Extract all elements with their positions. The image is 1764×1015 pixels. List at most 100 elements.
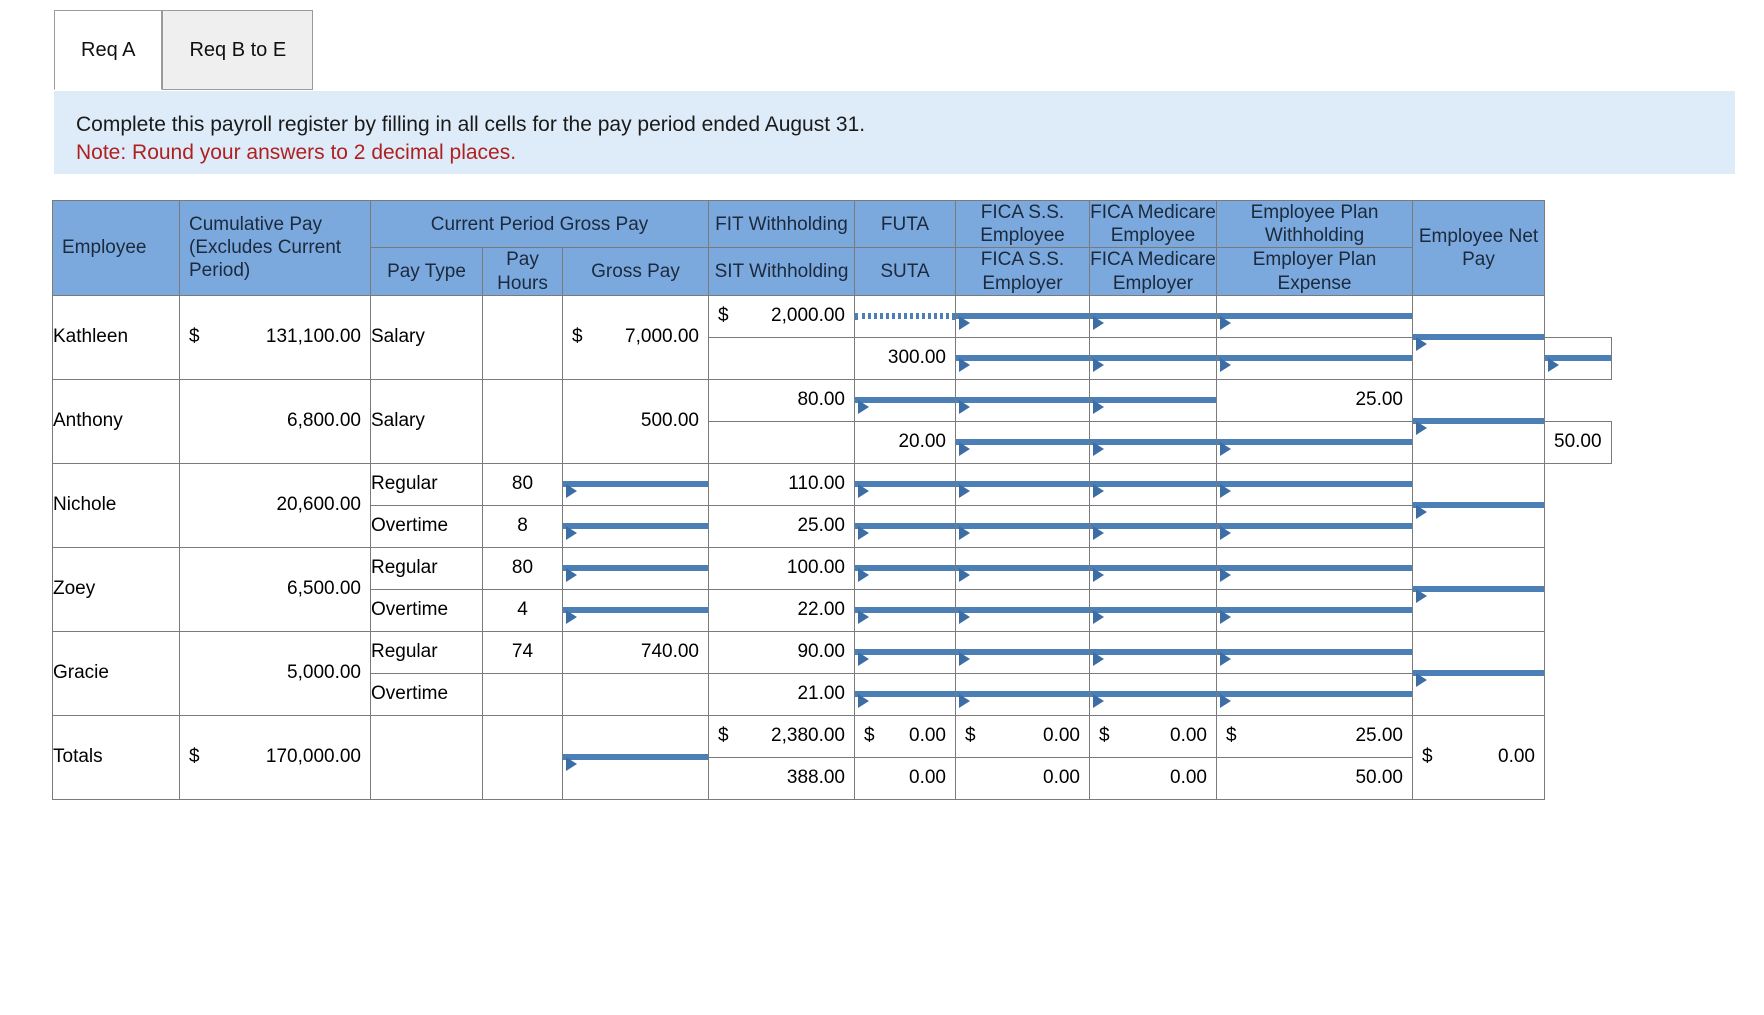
futa-suta-input[interactable]: [855, 295, 956, 337]
fica-ss-input-box[interactable]: [956, 565, 1089, 571]
futa-suta-input-box[interactable]: [855, 397, 955, 403]
gross-pay-input[interactable]: [563, 589, 709, 631]
futa-suta-input[interactable]: [855, 673, 956, 715]
gross-pay-input-box[interactable]: [563, 523, 708, 529]
futa-suta-input-box[interactable]: [855, 649, 955, 655]
plan-input[interactable]: [1217, 631, 1413, 673]
net-pay-input-box[interactable]: [1413, 334, 1544, 340]
fica-medicare-input-box[interactable]: [1090, 607, 1216, 613]
gross-pay-input-box[interactable]: [563, 481, 708, 487]
fica-ss-input[interactable]: [1090, 421, 1217, 463]
net-pay-input[interactable]: [1413, 547, 1545, 631]
fica-ss-input-box[interactable]: [1090, 439, 1216, 445]
fica-medicare-input[interactable]: [1090, 295, 1217, 337]
net-pay-input-box[interactable]: [1413, 586, 1544, 592]
futa-suta-input[interactable]: [855, 505, 956, 547]
futa-suta-input[interactable]: [855, 547, 956, 589]
fica-medicare-input-box[interactable]: [1090, 313, 1216, 319]
fica-ss-input-box[interactable]: [956, 481, 1089, 487]
futa-suta-input-box[interactable]: [855, 565, 955, 571]
fica-medicare-input[interactable]: [1090, 463, 1217, 505]
fica-ss-input-box[interactable]: [956, 649, 1089, 655]
fica-ss-input[interactable]: [1090, 337, 1217, 379]
net-pay-input[interactable]: [1413, 295, 1545, 379]
plan-input[interactable]: [1217, 673, 1413, 715]
futa-suta-input[interactable]: [956, 337, 1090, 379]
fica-medicare-input-box[interactable]: [1217, 355, 1412, 361]
fica-medicare-input-box[interactable]: [1090, 649, 1216, 655]
futa-suta-input-box[interactable]: [956, 355, 1089, 361]
futa-suta-input[interactable]: [855, 463, 956, 505]
plan-input-box[interactable]: [1217, 481, 1412, 487]
plan-input[interactable]: [1217, 463, 1413, 505]
plan-input[interactable]: [1217, 505, 1413, 547]
fica-ss-input[interactable]: [956, 673, 1090, 715]
fica-ss-input-box[interactable]: [1090, 355, 1216, 361]
tab-req-a[interactable]: Req A: [54, 10, 162, 90]
futa-suta-input[interactable]: [855, 631, 956, 673]
futa-suta-input-box[interactable]: [855, 313, 955, 319]
plan-input-box[interactable]: [1217, 313, 1412, 319]
fica-medicare-input[interactable]: [1090, 505, 1217, 547]
fica-ss-input-box[interactable]: [956, 313, 1089, 319]
fica-ss-input-box[interactable]: [956, 607, 1089, 613]
plan-input[interactable]: [1545, 337, 1612, 379]
futa-suta-input-box[interactable]: [956, 439, 1089, 445]
plan-input-box[interactable]: [1217, 607, 1412, 613]
futa-suta-input-box[interactable]: [855, 607, 955, 613]
net-pay-input[interactable]: [1413, 379, 1545, 463]
fica-medicare-input[interactable]: [1217, 337, 1413, 379]
fica-medicare-input[interactable]: [1090, 589, 1217, 631]
plan-input[interactable]: [1217, 547, 1413, 589]
fica-medicare-input-box[interactable]: [1090, 691, 1216, 697]
fica-medicare-input[interactable]: [1090, 547, 1217, 589]
fica-medicare-input[interactable]: [1090, 673, 1217, 715]
futa-suta-input-box[interactable]: [855, 523, 955, 529]
fica-ss-input[interactable]: [956, 631, 1090, 673]
net-pay-input[interactable]: [1413, 463, 1545, 547]
totals-gross-pay-input[interactable]: [563, 715, 709, 799]
net-pay-input-box[interactable]: [1413, 418, 1544, 424]
futa-suta-input-box[interactable]: [855, 481, 955, 487]
fica-ss-input-box[interactable]: [956, 397, 1089, 403]
plan-input-box[interactable]: [1217, 565, 1412, 571]
gross-pay-input-box[interactable]: [563, 607, 708, 613]
fica-medicare-input-box[interactable]: [1217, 439, 1412, 445]
fica-medicare-input[interactable]: [1090, 631, 1217, 673]
fica-ss-input[interactable]: [956, 505, 1090, 547]
futa-suta-input[interactable]: [855, 589, 956, 631]
fica-medicare-input-box[interactable]: [1090, 397, 1216, 403]
plan-input-box[interactable]: [1217, 523, 1412, 529]
fica-medicare-input[interactable]: [1090, 379, 1217, 421]
fica-medicare-input-box[interactable]: [1090, 481, 1216, 487]
net-pay-input[interactable]: [1413, 631, 1545, 715]
gross-pay-input[interactable]: [563, 547, 709, 589]
fica-medicare-input-box[interactable]: [1090, 565, 1216, 571]
futa-suta-input[interactable]: [956, 421, 1090, 463]
fica-ss-input-box[interactable]: [956, 691, 1089, 697]
totals-gross-pay-input-box[interactable]: [563, 754, 708, 760]
fica-ss-input[interactable]: [956, 589, 1090, 631]
fica-ss-input-box[interactable]: [956, 523, 1089, 529]
futa-suta-input[interactable]: [855, 379, 956, 421]
fica-ss-input[interactable]: [956, 547, 1090, 589]
fica-medicare-input[interactable]: [1217, 421, 1413, 463]
plan-input[interactable]: [1217, 295, 1413, 337]
fica-medicare-input-box[interactable]: [1090, 523, 1216, 529]
plan-input-box[interactable]: [1217, 691, 1412, 697]
futa-suta-input-box[interactable]: [855, 691, 955, 697]
plan-input[interactable]: [1217, 589, 1413, 631]
gross-pay: 740.00: [563, 631, 709, 673]
gross-pay-input-box[interactable]: [563, 565, 708, 571]
gross-pay-input[interactable]: [563, 505, 709, 547]
plan-input-box[interactable]: [1217, 649, 1412, 655]
plan-input-box[interactable]: [1545, 355, 1611, 361]
fica-ss-input[interactable]: [956, 295, 1090, 337]
net-pay-input-box[interactable]: [1413, 502, 1544, 508]
gross-pay-input[interactable]: [563, 463, 709, 505]
fica-ss-input[interactable]: [956, 463, 1090, 505]
fica-ss-input[interactable]: [956, 379, 1090, 421]
net-pay-input-box[interactable]: [1413, 670, 1544, 676]
totals-futa-amount: 0.00: [909, 725, 946, 747]
tab-req-b-to-e[interactable]: Req B to E: [162, 10, 313, 90]
